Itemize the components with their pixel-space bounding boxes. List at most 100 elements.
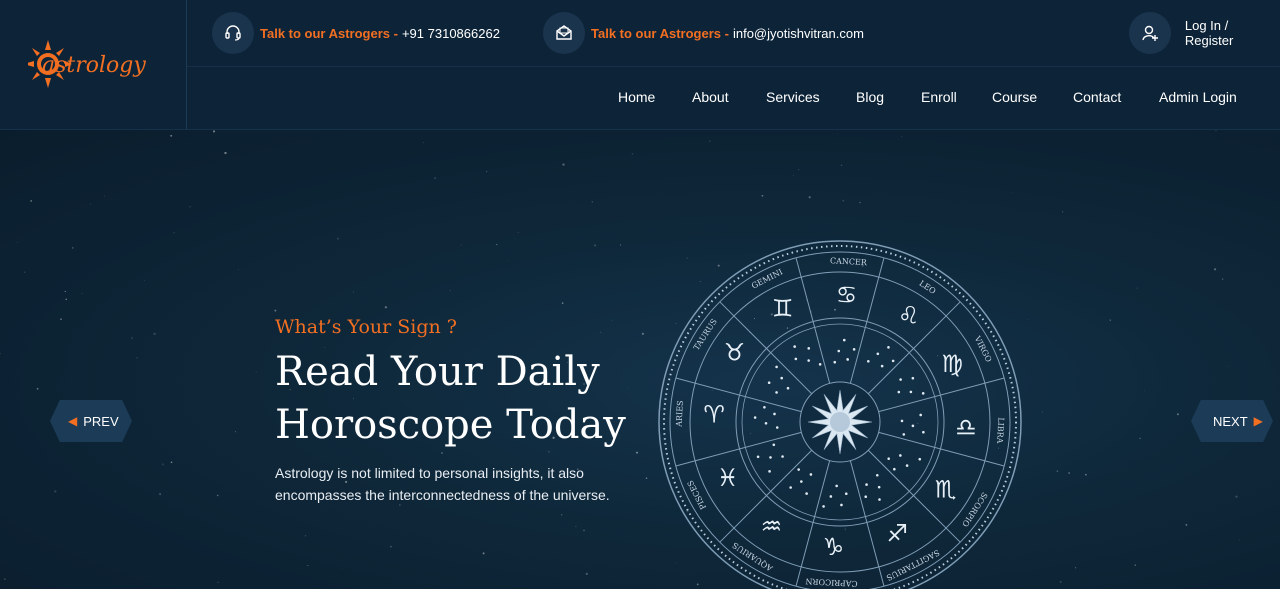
zodiac-sign-label: LIBRA [995,417,1005,444]
email-contact[interactable]: Talk to our Astrogers - info@jyotishvitr… [543,12,864,54]
star [161,463,164,466]
star [508,260,510,261]
zodiac-sign-label: GEMINI [750,267,784,290]
constellation-star [867,359,870,363]
headset-icon [212,12,254,54]
star [837,133,839,134]
zodiac-glyph-icon: ♌ [898,301,920,329]
star [496,244,498,246]
phone-number[interactable]: +91 7310866262 [402,26,500,41]
chevron-left-icon: ◀ [68,414,78,428]
star [1227,365,1229,367]
star [594,244,597,247]
zodiac-sign-label: CANCER [830,256,868,267]
login-register-link[interactable]: Log In / Register [1185,18,1280,48]
constellation-star [919,413,922,417]
nav-contact[interactable]: Contact [1073,89,1121,105]
star [1221,278,1224,280]
zodiac-glyph-icon: ♓ [717,464,739,492]
star [384,306,388,309]
star [641,332,644,335]
email-address[interactable]: info@jyotishvitran.com [733,26,864,41]
constellation-star [899,378,902,381]
nav-home[interactable]: Home [618,89,655,105]
constellation-star [772,443,776,447]
constellation-star [768,470,771,473]
star [131,337,134,340]
star [352,291,354,293]
constellation-star [789,486,792,489]
star [1136,287,1138,289]
star [143,280,145,281]
star [840,164,843,166]
nav-services[interactable]: Services [766,89,820,105]
star [1176,413,1179,416]
login-register[interactable]: Log In / Register [1129,12,1280,54]
logo-text: astrology [42,53,146,78]
star [611,319,613,321]
constellation-star [897,390,901,394]
constellation-star [775,426,779,429]
zodiac-glyph-icon: ♈ [703,400,725,428]
constellation-star [763,406,766,409]
star [341,568,342,570]
star [170,461,173,464]
constellation-star [807,359,810,362]
star [1185,523,1188,526]
sun-face-icon [830,412,850,432]
sun-logo-icon: astrology [28,40,146,88]
star [216,494,219,497]
star [234,431,236,433]
chevron-right-icon: ▶ [1253,414,1263,428]
star [561,302,564,304]
star [274,309,277,312]
zodiac-sign-label: VIRGO [972,334,993,364]
star [482,552,485,555]
constellation-star [780,376,783,380]
topbar: Talk to our Astrogers - +91 7310866262 T… [187,0,1280,67]
constellation-star [852,348,856,351]
logo[interactable]: astrology [0,0,187,130]
star [599,331,602,333]
site-header: astrology Talk to our Astrogers - +91 73… [0,0,1280,130]
email-label: Talk to our Astrogers - [591,25,729,41]
constellation-star [844,492,848,496]
star [153,332,156,336]
star [560,514,563,516]
next-slide-button[interactable]: NEXT ▶ [1191,400,1273,442]
nav-course[interactable]: Course [992,89,1037,105]
constellation-star [809,473,813,476]
star [215,146,217,148]
nav-enroll[interactable]: Enroll [921,89,957,105]
constellation-star [902,433,906,436]
constellation-star [918,457,922,461]
phone-contact[interactable]: Talk to our Astrogers - +91 7310866262 [212,12,500,54]
star [54,490,57,493]
hero-subtitle: Astrology is not limited to personal ins… [275,462,655,506]
star [255,371,257,373]
zodiac-glyph-icon: ♉ [724,338,746,366]
star [460,244,462,246]
star [212,130,216,133]
constellation-star [875,473,879,477]
hero-eyebrow: What’s Your Sign ? [275,316,457,338]
nav-admin-login[interactable]: Admin Login [1159,89,1237,105]
zodiac-glyph-icon: ♐ [886,519,908,547]
constellation-star [877,485,881,489]
star [217,581,219,584]
hero-title-line-2: Horoscope Today [275,402,626,448]
star [89,203,91,205]
nav-blog[interactable]: Blog [856,89,884,105]
star [485,170,488,173]
constellation-star [909,390,913,394]
prev-slide-button[interactable]: ◀ PREV [50,400,132,442]
zodiac-wheel: CANCER♋ LEO♌VIRGO♍LIBRA♎SCORPIO♏SAGITTARI… [658,240,1022,589]
zodiac-glyph-icon: ♎ [955,414,977,442]
star [36,387,39,390]
constellation-star [837,349,841,353]
constellation-star [833,360,837,364]
zodiac-sign-label: CAPRICORN [805,576,858,588]
nav-about[interactable]: About [692,89,729,105]
star [1109,319,1111,321]
zodiac-sign-label: LEO [918,279,938,296]
